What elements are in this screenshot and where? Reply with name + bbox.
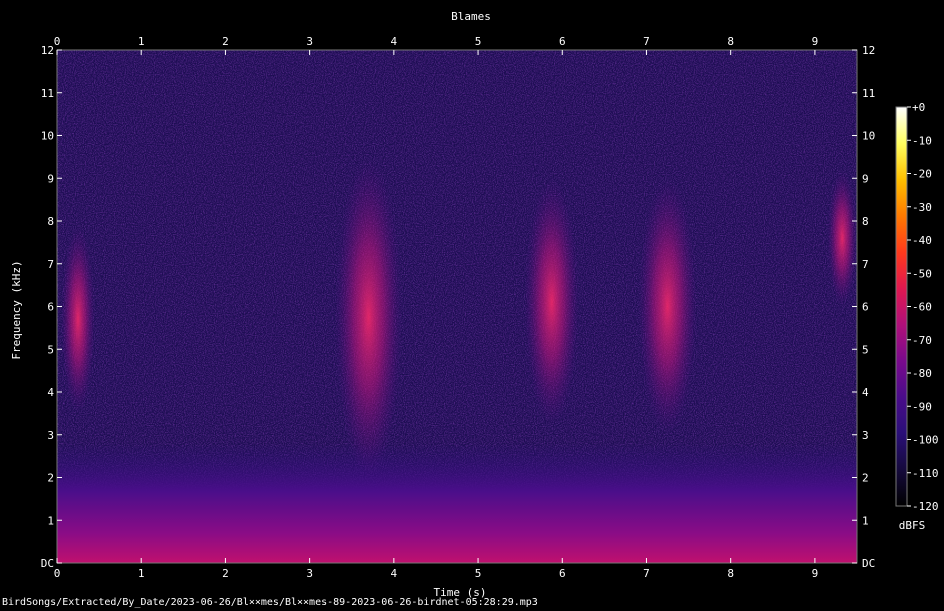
bird-call-5 bbox=[827, 169, 858, 307]
colorbar: +0 -10 -20 -30 -40 -50 -60 -70 -80 -90 -100 -110 -12… bbox=[895, 101, 939, 532]
y-tick-label-right: 1 bbox=[862, 514, 869, 527]
chart-title: Blames bbox=[451, 10, 491, 23]
y-axis-label: Frequency (kHz) bbox=[10, 260, 23, 359]
x-tick-label-top: 8 bbox=[727, 35, 734, 48]
x-tick-label-bottom: 7 bbox=[643, 567, 650, 580]
colorbar-tick-label: -90 bbox=[912, 400, 932, 413]
x-tick-label-top: 4 bbox=[391, 35, 398, 48]
x-tick-label-bottom: 3 bbox=[306, 567, 313, 580]
y-tick-label-left: 4 bbox=[47, 386, 54, 399]
y-tick-label-right: 5 bbox=[862, 343, 869, 356]
colorbar-ticks: +0 -10 -20 -30 -40 -50 -60 -70 -80 -90 -100 -110 -12… bbox=[907, 101, 939, 513]
bird-call-1 bbox=[61, 225, 95, 414]
y-tick-label-right: DC bbox=[862, 557, 875, 570]
y-tick-label-left: 9 bbox=[47, 172, 54, 185]
colorbar-tick-label: +0 bbox=[912, 101, 925, 114]
file-path-footer: BirdSongs/Extracted/By_Date/2023-06-26/B… bbox=[2, 597, 538, 608]
plot-area bbox=[56, 49, 858, 564]
colorbar-tick-label: -60 bbox=[912, 301, 932, 314]
colorbar-tick-label: -10 bbox=[912, 134, 932, 147]
y-tick-label-right: 2 bbox=[862, 472, 869, 485]
y-tick-label-left: DC bbox=[41, 557, 54, 570]
x-tick-label-top: 5 bbox=[475, 35, 482, 48]
y-tick-label-left: 11 bbox=[41, 87, 54, 100]
y-tick-label-left: 3 bbox=[47, 429, 54, 442]
colorbar-tick-label: -100 bbox=[912, 434, 939, 447]
bird-call-4 bbox=[638, 178, 697, 435]
y-tick-label-left: 7 bbox=[47, 258, 54, 271]
y-tick-label-right: 11 bbox=[862, 87, 875, 100]
colorbar-tick-label: -80 bbox=[912, 367, 932, 380]
x-tick-label-bottom: 2 bbox=[222, 567, 229, 580]
colorbar-tick-label: -70 bbox=[912, 334, 932, 347]
y-tick-label-left: 8 bbox=[47, 215, 54, 228]
x-tick-label-bottom: 5 bbox=[475, 567, 482, 580]
x-tick-label-bottom: 4 bbox=[391, 567, 398, 580]
colorbar-tick-label: -110 bbox=[912, 467, 939, 480]
y-tick-label-right: 7 bbox=[862, 258, 869, 271]
y-tick-label-left: 12 bbox=[41, 44, 54, 57]
x-tick-label-bottom: 6 bbox=[559, 567, 566, 580]
y-tick-label-left: 1 bbox=[47, 514, 54, 527]
colorbar-tick-label: -40 bbox=[912, 234, 932, 247]
colorbar-tick-label: -20 bbox=[912, 168, 932, 181]
y-tick-label-right: 12 bbox=[862, 44, 875, 57]
y-tick-label-right: 9 bbox=[862, 172, 869, 185]
colorbar-gradient bbox=[895, 106, 908, 507]
x-tick-label-top: 0 bbox=[54, 35, 61, 48]
y-tick-label-right: 10 bbox=[862, 130, 875, 143]
y-tick-label-right: 3 bbox=[862, 429, 869, 442]
x-tick-label-top: 2 bbox=[222, 35, 229, 48]
y-tick-label-left: 2 bbox=[47, 472, 54, 485]
y-tick-label-left: 10 bbox=[41, 130, 54, 143]
bird-call-3 bbox=[524, 178, 580, 427]
spectrogram-chart: Blames 00112233445566778899 DC DC1 12 23 34 4… bbox=[10, 10, 939, 599]
y-tick-label-right: 4 bbox=[862, 386, 869, 399]
colorbar-tick-label: -120 bbox=[912, 500, 939, 513]
x-tick-label-bottom: 8 bbox=[727, 567, 734, 580]
y-tick-label-right: 6 bbox=[862, 301, 869, 314]
bird-call-2 bbox=[334, 156, 403, 478]
colorbar-label: dBFS bbox=[899, 519, 926, 532]
x-tick-label-bottom: 0 bbox=[54, 567, 61, 580]
colorbar-tick-label: -50 bbox=[912, 267, 932, 280]
x-tick-label-top: 7 bbox=[643, 35, 650, 48]
x-tick-label-top: 9 bbox=[812, 35, 819, 48]
x-tick-label-bottom: 1 bbox=[138, 567, 145, 580]
x-tick-label-bottom: 9 bbox=[812, 567, 819, 580]
x-tick-label-top: 1 bbox=[138, 35, 145, 48]
y-tick-label-left: 5 bbox=[47, 343, 54, 356]
y-tick-label-left: 6 bbox=[47, 301, 54, 314]
colorbar-tick-label: -30 bbox=[912, 201, 932, 214]
y-tick-label-right: 8 bbox=[862, 215, 869, 228]
x-tick-label-top: 3 bbox=[306, 35, 313, 48]
low-frequency-band bbox=[57, 443, 857, 563]
x-tick-label-top: 6 bbox=[559, 35, 566, 48]
